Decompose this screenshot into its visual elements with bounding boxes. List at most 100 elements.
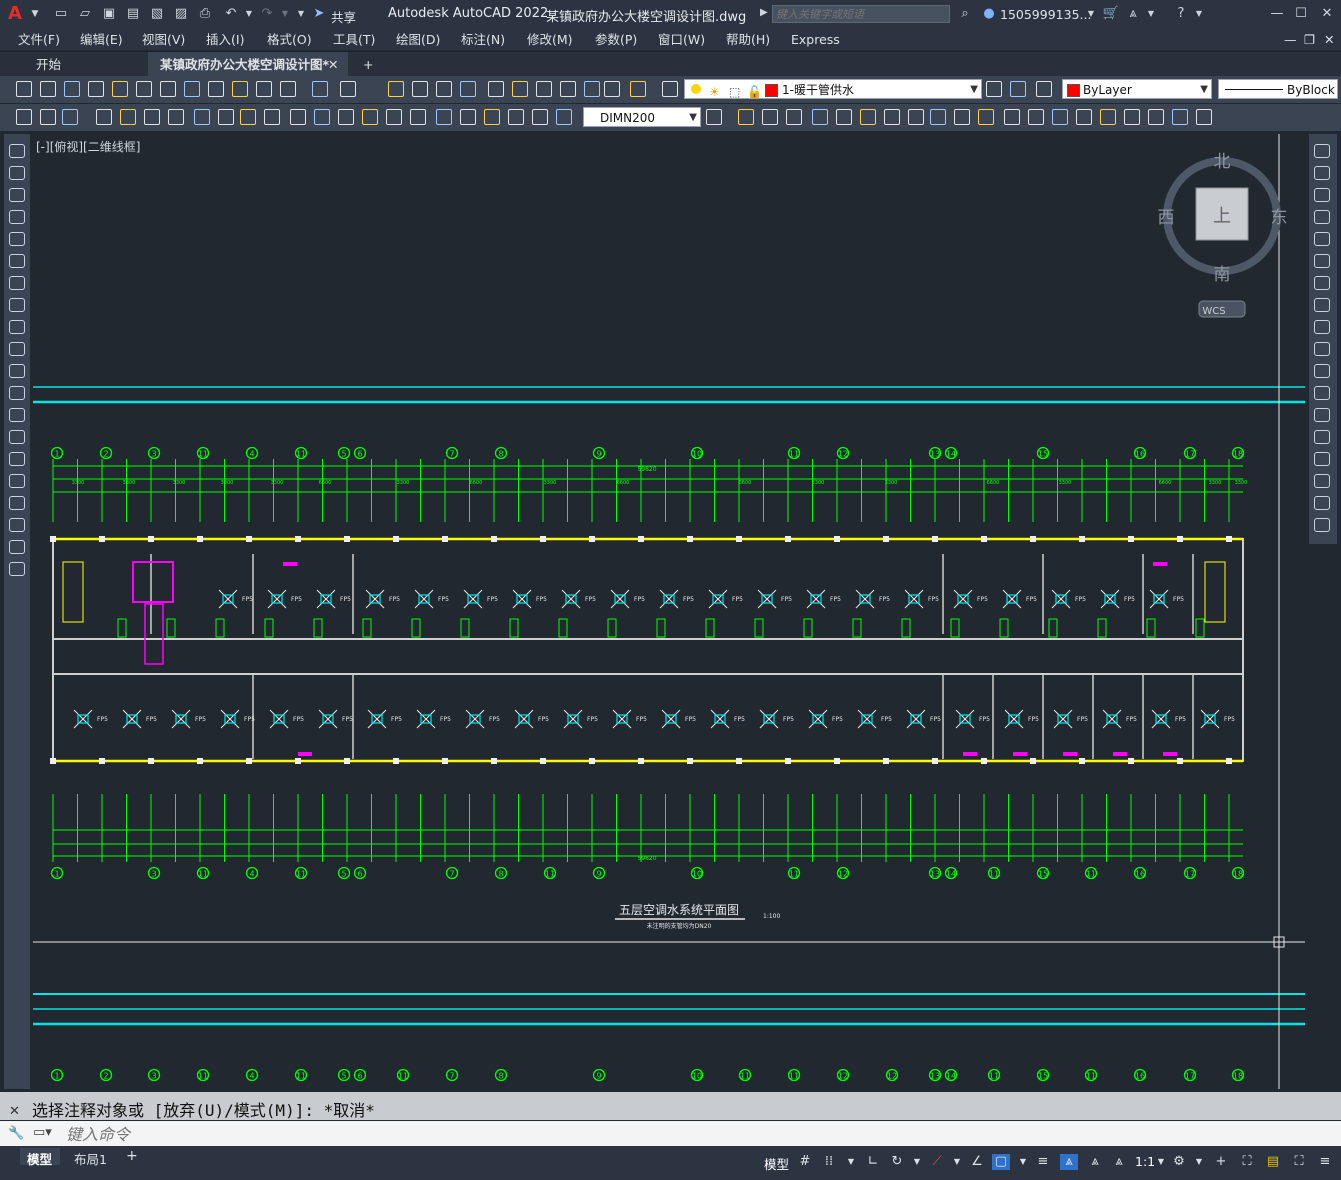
customize-arrow-icon[interactable]: ▼: [292, 6, 310, 22]
modify-side-tool-7-icon[interactable]: [1314, 276, 1330, 290]
standard-tool-4-icon[interactable]: [88, 81, 104, 97]
menu-format[interactable]: 格式(O): [267, 31, 312, 49]
modify-side-tool-4-icon[interactable]: [1314, 210, 1330, 224]
modify-tool-22-icon[interactable]: [532, 109, 548, 125]
workspace-arrow-icon[interactable]: ▼: [1190, 1154, 1208, 1170]
search-icon[interactable]: ⌕: [956, 6, 974, 22]
modify-tool-36-icon[interactable]: [1004, 109, 1020, 125]
expand-arrow-icon[interactable]: ▶: [760, 7, 768, 18]
draw-tool-20-icon[interactable]: [9, 562, 25, 576]
modify-tool-26-icon[interactable]: [762, 109, 778, 125]
osnap-track-arrow-icon[interactable]: ▼: [948, 1154, 966, 1170]
customize-icon[interactable]: ≡: [1316, 1154, 1334, 1170]
modify-tool-37-icon[interactable]: [1028, 109, 1044, 125]
modify-tool-39-icon[interactable]: [1076, 109, 1092, 125]
modify-tool-27-icon[interactable]: [786, 109, 802, 125]
help-icon[interactable]: ?: [1172, 6, 1190, 22]
menu-window[interactable]: 窗口(W): [658, 31, 705, 49]
draw-tool-14-icon[interactable]: [9, 430, 25, 444]
command-input[interactable]: [64, 1123, 1338, 1146]
doc-minimize-icon[interactable]: —: [1284, 31, 1297, 49]
standard-tool-11-icon[interactable]: [256, 81, 272, 97]
standard-tool-1-icon[interactable]: [16, 81, 32, 97]
standard-tool-16-icon[interactable]: [412, 81, 428, 97]
doc-close-icon[interactable]: ✕: [1324, 31, 1334, 49]
tab-close-icon[interactable]: ✕: [328, 54, 338, 75]
osnap-track-icon[interactable]: ⟋: [928, 1154, 946, 1170]
modify-side-tool-13-icon[interactable]: [1314, 408, 1330, 422]
modify-tool-9-icon[interactable]: [218, 109, 234, 125]
standard-tool-20-icon[interactable]: [512, 81, 528, 97]
share-icon[interactable]: ➤: [310, 6, 328, 22]
standard-tool-19-icon[interactable]: [488, 81, 504, 97]
model-space-button[interactable]: 模型: [764, 1154, 789, 1173]
modify-tool-24-icon[interactable]: [706, 109, 722, 125]
save-web-icon[interactable]: ▨: [172, 6, 190, 22]
modify-tool-29-icon[interactable]: [836, 109, 852, 125]
standard-tool-2-icon[interactable]: [40, 81, 56, 97]
close-icon[interactable]: ✕: [1318, 6, 1336, 22]
linetype-dropdown[interactable]: ByBlock: [1218, 79, 1338, 99]
modify-tool-14-icon[interactable]: [338, 109, 354, 125]
modify-side-tool-2-icon[interactable]: [1314, 166, 1330, 180]
menu-edit[interactable]: 编辑(E): [80, 31, 123, 49]
standard-tool-6-icon[interactable]: [136, 81, 152, 97]
modify-tool-38-icon[interactable]: [1052, 109, 1068, 125]
scale-arrow-icon[interactable]: ▼: [1152, 1154, 1170, 1170]
modify-tool-20-icon[interactable]: [484, 109, 500, 125]
doc-restore-icon[interactable]: ❐: [1304, 31, 1315, 49]
menu-view[interactable]: 视图(V): [142, 31, 185, 49]
draw-tool-19-icon[interactable]: [9, 540, 25, 554]
modify-tool-35-icon[interactable]: [978, 109, 994, 125]
standard-tool-13-icon[interactable]: [312, 81, 328, 97]
drawing-canvas[interactable]: [-][俯视][二维线框] 上北南西东 WCS 1 2 3 11 4 11 5 6 7 8 9 10 11 1…: [33, 134, 1305, 1089]
snap-arrow-icon[interactable]: ▼: [842, 1154, 860, 1170]
autodesk-arrow-icon[interactable]: ▼: [1142, 6, 1160, 22]
standard-tool-10-icon[interactable]: [232, 81, 248, 97]
modify-tool-40-icon[interactable]: [1100, 109, 1116, 125]
modify-tool-16-icon[interactable]: [386, 109, 402, 125]
modify-tool-44-icon[interactable]: [1196, 109, 1212, 125]
osnap-icon[interactable]: ▢: [992, 1154, 1010, 1170]
standard-tool-17-icon[interactable]: [436, 81, 452, 97]
draw-tool-16-icon[interactable]: [9, 474, 25, 488]
annotation-scale-icon[interactable]: ⩓: [1110, 1154, 1128, 1170]
modify-tool-31-icon[interactable]: [884, 109, 900, 125]
standard-tool-3-icon[interactable]: [64, 81, 80, 97]
modify-tool-2-icon[interactable]: [40, 109, 56, 125]
standard-tool-24-icon[interactable]: [604, 81, 620, 97]
tab-active-label[interactable]: 某镇政府办公大楼空调设计图*: [160, 54, 329, 75]
modify-tool-33-icon[interactable]: [930, 109, 946, 125]
user-icon[interactable]: ●: [980, 6, 998, 22]
autodesk-icon[interactable]: ⩓: [1124, 6, 1142, 22]
command-options-icon[interactable]: 🔧: [8, 1126, 24, 1141]
modify-tool-8-icon[interactable]: [194, 109, 210, 125]
modify-side-tool-14-icon[interactable]: [1314, 430, 1330, 444]
modify-tool-21-icon[interactable]: [508, 109, 524, 125]
modify-side-tool-18-icon[interactable]: [1314, 518, 1330, 532]
print-icon[interactable]: ⎙: [196, 6, 214, 22]
modify-tool-7-icon[interactable]: [168, 109, 184, 125]
modify-tool-5-icon[interactable]: [120, 109, 136, 125]
menu-dimension[interactable]: 标注(N): [461, 31, 505, 49]
draw-tool-5-icon[interactable]: [9, 232, 25, 246]
draw-tool-10-icon[interactable]: [9, 342, 25, 356]
modify-side-tool-11-icon[interactable]: [1314, 364, 1330, 378]
add-layout-button[interactable]: +: [126, 1148, 138, 1164]
tab-layout1[interactable]: 布局1: [74, 1149, 107, 1168]
snap-icon[interactable]: ⁞⁞: [820, 1154, 838, 1170]
menu-parameter[interactable]: 参数(P): [595, 31, 637, 49]
annotation-visibility-icon[interactable]: ⩓: [1060, 1154, 1078, 1170]
menu-modify[interactable]: 修改(M): [527, 31, 573, 49]
iso-icon[interactable]: ∠: [968, 1154, 986, 1170]
draw-tool-7-icon[interactable]: [9, 276, 25, 290]
standard-tool-28-icon[interactable]: [1010, 81, 1026, 97]
osnap-arrow-icon[interactable]: ▼: [1014, 1154, 1032, 1170]
modify-tool-25-icon[interactable]: [738, 109, 754, 125]
modify-tool-28-icon[interactable]: [812, 109, 828, 125]
standard-tool-21-icon[interactable]: [536, 81, 552, 97]
layer-dropdown[interactable]: ☀ ⬚ 🔓 1-暖干管供水 ▼: [684, 79, 982, 99]
help-arrow-icon[interactable]: ▼: [1190, 6, 1208, 22]
standard-tool-27-icon[interactable]: [986, 81, 1002, 97]
modify-tool-19-icon[interactable]: [460, 109, 476, 125]
